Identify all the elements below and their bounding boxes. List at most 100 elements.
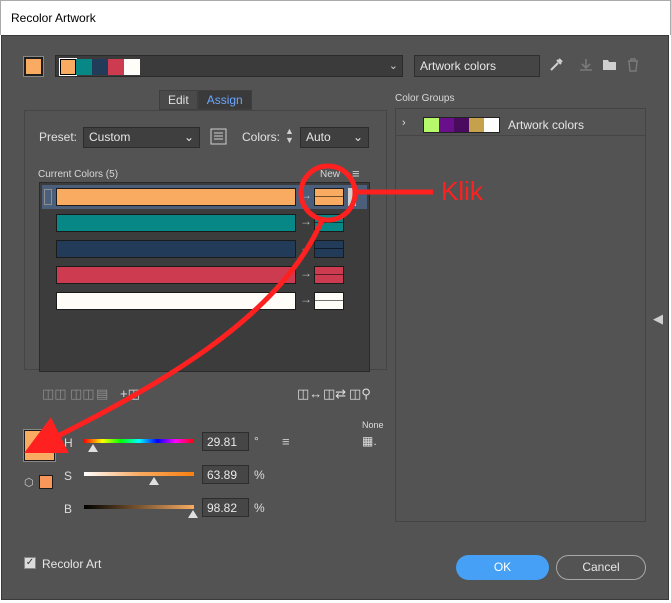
hue-thumb[interactable] — [88, 444, 98, 452]
preset-options-icon[interactable] — [210, 128, 227, 148]
chevron-down-icon: ⌄ — [183, 130, 194, 144]
color-group-name-field[interactable]: Artwork colors — [414, 55, 540, 77]
new-color-swatch[interactable] — [314, 292, 344, 310]
collapse-panel-icon[interactable]: ◀ — [653, 311, 663, 327]
strip-swatch[interactable] — [59, 58, 77, 76]
current-colors-label: Current Colors (5) — [38, 169, 119, 180]
brightness-input[interactable]: 98.82 — [202, 498, 249, 517]
saturation-thumb[interactable] — [149, 477, 159, 485]
chevron-down-icon: ⌄ — [352, 130, 363, 144]
hue-slider[interactable] — [84, 439, 194, 443]
color-group-strip — [423, 117, 500, 133]
chevron-down-icon[interactable]: ⌄ — [389, 59, 398, 72]
strip-swatch[interactable] — [108, 59, 124, 75]
row-selector[interactable] — [348, 188, 356, 206]
stepper-icon[interactable]: ▲ ▼ — [285, 127, 294, 145]
saturation-unit: % — [254, 468, 265, 482]
find-color-icon[interactable]: ◫⚲ — [349, 386, 371, 402]
color-row[interactable]: → — [42, 289, 367, 313]
recolor-art-label: Recolor Art — [42, 557, 102, 571]
new-color-swatch[interactable] — [314, 266, 344, 284]
separate-colors-icon[interactable]: ◫◫ — [70, 386, 95, 402]
color-mode-grid-icon[interactable]: ▦. — [362, 434, 377, 448]
color-groups-panel: › Artwork colors — [395, 108, 646, 522]
folder-icon[interactable] — [602, 58, 617, 74]
new-colors-label: New — [320, 169, 341, 180]
recolor-dialog: ⌄ Artwork colors Edit Assign Preset: Cus… — [1, 35, 669, 600]
randomly-change-order-icon[interactable]: ◫↔ — [297, 386, 322, 402]
group-swatch — [424, 118, 439, 132]
b-label: B — [64, 502, 73, 516]
current-color-bar[interactable] — [56, 292, 296, 310]
strip-swatch[interactable] — [92, 59, 108, 75]
saturation-input[interactable]: 63.89 — [202, 465, 249, 484]
none-label: None — [362, 420, 384, 430]
exclude-colors-icon[interactable]: ▤ — [96, 386, 108, 402]
new-color-swatch[interactable] — [314, 240, 344, 258]
new-color-swatch[interactable] — [314, 188, 344, 206]
colors-label: Colors: — [242, 130, 281, 144]
menu-icon[interactable]: ≡ — [282, 434, 290, 449]
hue-unit: ° — [254, 434, 259, 448]
brightness-unit: % — [254, 501, 265, 515]
s-label: S — [64, 469, 73, 483]
current-color-bar[interactable] — [56, 188, 296, 206]
eyedropper-icon[interactable] — [549, 57, 564, 75]
trash-icon[interactable] — [627, 58, 639, 75]
randomly-change-saturation-icon[interactable]: ◫⇄ — [323, 386, 346, 402]
current-color-bar[interactable] — [56, 214, 296, 232]
new-row-icon[interactable]: +◫ — [120, 386, 140, 402]
group-swatch — [454, 118, 469, 132]
arrow-right-icon[interactable]: → — [300, 292, 312, 306]
brightness-slider[interactable] — [84, 505, 194, 509]
save-icon[interactable] — [579, 58, 593, 75]
color-row[interactable]: → — [42, 185, 367, 209]
tab-assign[interactable]: Assign — [197, 90, 252, 110]
preset-select[interactable]: Custom ⌄ — [83, 127, 200, 148]
color-assignment-table: → → → → → — [39, 182, 370, 372]
drag-handle-icon[interactable] — [44, 189, 52, 205]
arrow-right-icon[interactable]: → — [300, 240, 312, 254]
color-strip — [59, 58, 140, 76]
merge-colors-icon[interactable]: ◫◫ — [42, 386, 67, 402]
recolor-art-checkbox[interactable]: ✓ — [24, 557, 36, 569]
current-color-bar[interactable] — [56, 266, 296, 284]
color-group-row[interactable]: › Artwork colors — [396, 114, 645, 136]
menu-icon[interactable]: ≡ — [352, 166, 360, 181]
preset-label: Preset: — [39, 130, 78, 144]
arrow-right-icon[interactable]: → — [300, 266, 312, 280]
annotation-text: Klik — [441, 176, 483, 206]
ok-button[interactable]: OK — [456, 555, 549, 580]
cube-icon: ⬡ — [24, 477, 34, 489]
tab-edit[interactable]: Edit — [159, 90, 198, 110]
group-swatch — [484, 118, 499, 132]
cancel-button[interactable]: Cancel — [556, 555, 646, 580]
arrow-right-icon[interactable]: → — [300, 188, 312, 202]
color-row[interactable]: → — [42, 263, 367, 287]
hue-input[interactable]: 29.81 — [202, 432, 249, 451]
active-color-swatch[interactable] — [23, 56, 44, 77]
title-bar: Recolor Artwork — [0, 0, 671, 35]
colors-select[interactable]: Auto ⌄ — [300, 127, 369, 148]
arrow-right-icon[interactable]: → — [300, 214, 312, 228]
h-label: H — [64, 436, 73, 450]
selected-color-swatch[interactable] — [23, 429, 56, 462]
saturation-slider[interactable] — [84, 472, 194, 476]
brightness-thumb[interactable] — [188, 510, 198, 518]
colors-value: Auto — [306, 130, 331, 144]
edit-assign-tabs: Edit Assign — [159, 90, 252, 110]
new-color-swatch[interactable] — [314, 214, 344, 232]
previous-color-swatch[interactable] — [39, 475, 53, 489]
strip-swatch[interactable] — [76, 59, 92, 75]
color-row[interactable]: → — [42, 237, 367, 261]
color-groups-label: Color Groups — [395, 93, 455, 104]
strip-swatch[interactable] — [124, 59, 140, 75]
group-swatch — [439, 118, 454, 132]
current-color-bar[interactable] — [56, 240, 296, 258]
chevron-right-icon[interactable]: › — [402, 117, 406, 129]
window-title: Recolor Artwork — [11, 11, 96, 25]
color-row[interactable]: → — [42, 211, 367, 235]
color-group-name: Artwork colors — [508, 118, 585, 132]
color-strip-dropdown[interactable]: ⌄ — [55, 55, 403, 77]
preset-value: Custom — [89, 130, 131, 144]
